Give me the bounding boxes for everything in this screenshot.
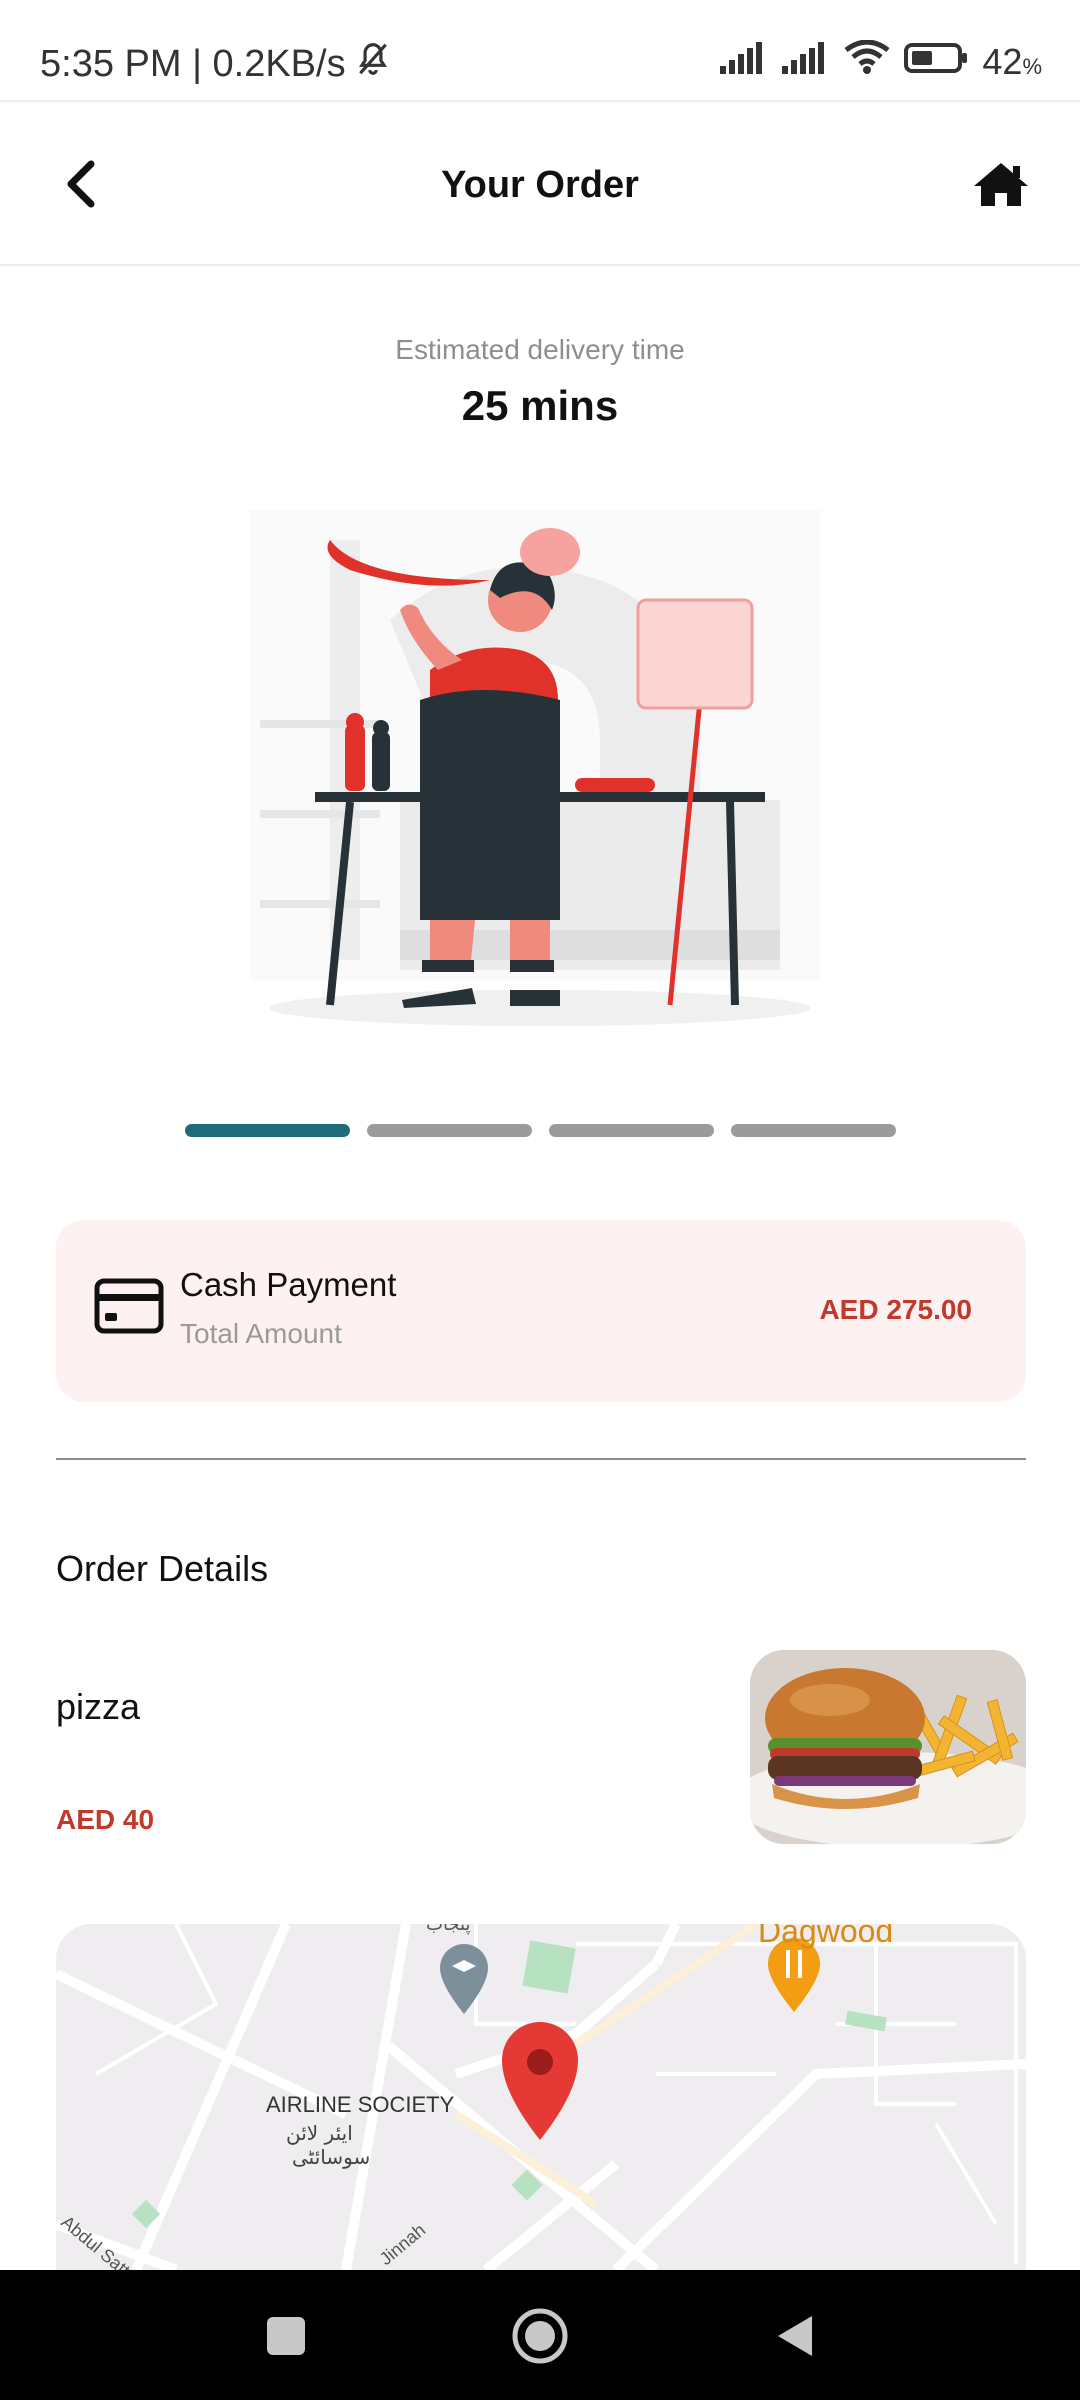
status-left: 5:35 PM | 0.2KB/s	[40, 40, 392, 88]
chef-illustration	[180, 500, 900, 1040]
order-item-price: AED 40	[56, 1804, 155, 1835]
progress-step-1	[185, 1124, 350, 1137]
delivery-time-label: Estimated delivery time	[395, 334, 685, 365]
circle-home-icon	[512, 2308, 568, 2364]
wifi-icon	[844, 39, 890, 83]
payment-amount: AED 275.00	[819, 1294, 972, 1325]
progress-step-4	[731, 1124, 896, 1137]
back-nav-button[interactable]	[764, 2306, 824, 2366]
signal-icon	[720, 41, 768, 83]
order-progress	[185, 1124, 896, 1137]
home-nav-button[interactable]	[510, 2306, 570, 2366]
signal-icon-2	[782, 41, 830, 83]
order-details-title: Order Details	[56, 1548, 269, 1589]
progress-step-2	[367, 1124, 532, 1137]
delivery-time-value: 25 mins	[461, 382, 619, 429]
status-time: 5:35 PM | 0.2KB/s	[40, 42, 346, 85]
recent-apps-button[interactable]	[256, 2306, 316, 2366]
credit-card-icon	[94, 1278, 164, 1334]
square-icon	[267, 2317, 305, 2355]
triangle-back-icon	[778, 2316, 812, 2356]
battery-unit: %	[1022, 53, 1042, 79]
home-icon	[974, 163, 1028, 206]
map-area-label: AIRLINE SOCIETY	[266, 2092, 455, 2117]
app-header: Your Order	[0, 102, 1080, 266]
map-place-label: Dagwood	[758, 1924, 893, 1949]
home-button[interactable]	[968, 154, 1034, 214]
battery-percent: 42%	[982, 41, 1042, 83]
page-title: Your Order	[441, 164, 639, 206]
progress-step-3	[549, 1124, 714, 1137]
map-area-label-ur1: ایئر لائن	[286, 2121, 353, 2145]
payment-card: Cash Payment Total Amount AED 275.00	[56, 1220, 1026, 1402]
order-item-name: pizza	[56, 1686, 141, 1727]
divider	[56, 1458, 1026, 1460]
battery-icon	[904, 41, 968, 83]
map-area-label-ur2: سوسائٹی	[292, 2145, 370, 2169]
status-right: 42%	[720, 39, 1042, 83]
order-item-image[interactable]	[750, 1650, 1026, 1844]
payment-method: Cash Payment	[180, 1266, 397, 1303]
status-bar: 5:35 PM | 0.2KB/s 42%	[0, 0, 1080, 102]
battery-value: 42	[982, 40, 1023, 82]
map-place-top-label: پنجاب	[426, 1924, 471, 1935]
bell-off-icon	[354, 40, 392, 88]
system-nav-bar	[0, 2270, 1080, 2400]
payment-subtitle: Total Amount	[180, 1318, 342, 1349]
delivery-map[interactable]: AIRLINE SOCIETY ایئر لائن سوسائٹی Dagwoo…	[56, 1924, 1026, 2270]
